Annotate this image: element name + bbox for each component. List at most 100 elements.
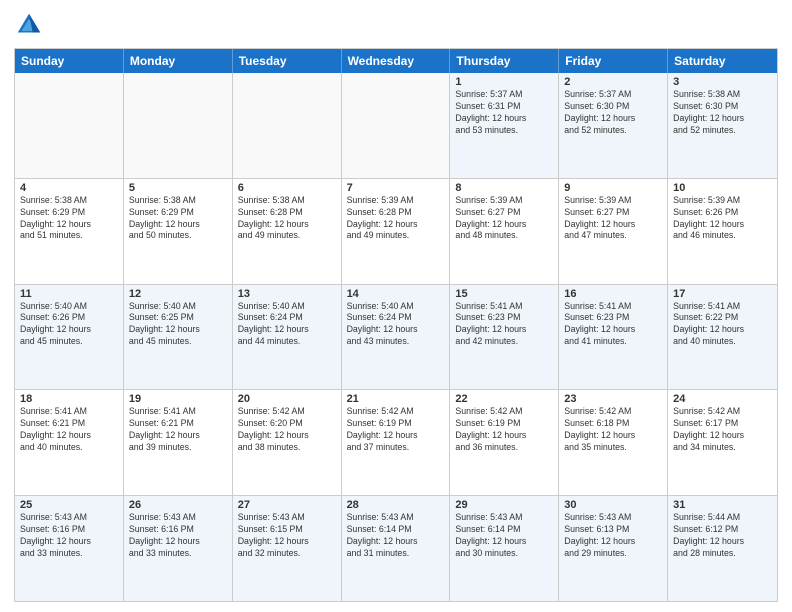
day-info: Sunrise: 5:41 AM Sunset: 6:22 PM Dayligh… [673, 301, 772, 349]
day-number: 8 [455, 182, 553, 194]
day-number: 25 [20, 499, 118, 511]
empty-cell [15, 73, 124, 178]
empty-cell [124, 73, 233, 178]
logo [14, 10, 48, 40]
day-info: Sunrise: 5:38 AM Sunset: 6:29 PM Dayligh… [20, 195, 118, 243]
weekday-header-thursday: Thursday [450, 49, 559, 73]
day-number: 12 [129, 288, 227, 300]
day-number: 10 [673, 182, 772, 194]
empty-cell [233, 73, 342, 178]
day-cell-8: 8Sunrise: 5:39 AM Sunset: 6:27 PM Daylig… [450, 179, 559, 284]
day-cell-27: 27Sunrise: 5:43 AM Sunset: 6:15 PM Dayli… [233, 496, 342, 601]
day-number: 16 [564, 288, 662, 300]
day-info: Sunrise: 5:39 AM Sunset: 6:27 PM Dayligh… [455, 195, 553, 243]
day-cell-12: 12Sunrise: 5:40 AM Sunset: 6:25 PM Dayli… [124, 285, 233, 390]
day-cell-31: 31Sunrise: 5:44 AM Sunset: 6:12 PM Dayli… [668, 496, 777, 601]
day-cell-3: 3Sunrise: 5:38 AM Sunset: 6:30 PM Daylig… [668, 73, 777, 178]
day-info: Sunrise: 5:40 AM Sunset: 6:24 PM Dayligh… [347, 301, 445, 349]
day-info: Sunrise: 5:40 AM Sunset: 6:26 PM Dayligh… [20, 301, 118, 349]
day-info: Sunrise: 5:42 AM Sunset: 6:18 PM Dayligh… [564, 406, 662, 454]
day-info: Sunrise: 5:42 AM Sunset: 6:19 PM Dayligh… [455, 406, 553, 454]
day-number: 19 [129, 393, 227, 405]
calendar-header: SundayMondayTuesdayWednesdayThursdayFrid… [15, 49, 777, 73]
day-cell-9: 9Sunrise: 5:39 AM Sunset: 6:27 PM Daylig… [559, 179, 668, 284]
day-cell-7: 7Sunrise: 5:39 AM Sunset: 6:28 PM Daylig… [342, 179, 451, 284]
day-number: 6 [238, 182, 336, 194]
day-number: 11 [20, 288, 118, 300]
day-number: 1 [455, 76, 553, 88]
day-info: Sunrise: 5:40 AM Sunset: 6:24 PM Dayligh… [238, 301, 336, 349]
day-cell-17: 17Sunrise: 5:41 AM Sunset: 6:22 PM Dayli… [668, 285, 777, 390]
day-number: 15 [455, 288, 553, 300]
empty-cell [342, 73, 451, 178]
day-cell-23: 23Sunrise: 5:42 AM Sunset: 6:18 PM Dayli… [559, 390, 668, 495]
day-cell-11: 11Sunrise: 5:40 AM Sunset: 6:26 PM Dayli… [15, 285, 124, 390]
day-info: Sunrise: 5:43 AM Sunset: 6:13 PM Dayligh… [564, 512, 662, 560]
day-number: 24 [673, 393, 772, 405]
day-info: Sunrise: 5:41 AM Sunset: 6:23 PM Dayligh… [564, 301, 662, 349]
day-info: Sunrise: 5:37 AM Sunset: 6:31 PM Dayligh… [455, 89, 553, 137]
day-info: Sunrise: 5:42 AM Sunset: 6:17 PM Dayligh… [673, 406, 772, 454]
day-cell-14: 14Sunrise: 5:40 AM Sunset: 6:24 PM Dayli… [342, 285, 451, 390]
day-info: Sunrise: 5:39 AM Sunset: 6:27 PM Dayligh… [564, 195, 662, 243]
day-cell-21: 21Sunrise: 5:42 AM Sunset: 6:19 PM Dayli… [342, 390, 451, 495]
logo-icon [14, 10, 44, 40]
day-cell-13: 13Sunrise: 5:40 AM Sunset: 6:24 PM Dayli… [233, 285, 342, 390]
day-info: Sunrise: 5:43 AM Sunset: 6:14 PM Dayligh… [347, 512, 445, 560]
day-info: Sunrise: 5:38 AM Sunset: 6:30 PM Dayligh… [673, 89, 772, 137]
day-number: 20 [238, 393, 336, 405]
day-cell-4: 4Sunrise: 5:38 AM Sunset: 6:29 PM Daylig… [15, 179, 124, 284]
day-cell-29: 29Sunrise: 5:43 AM Sunset: 6:14 PM Dayli… [450, 496, 559, 601]
day-number: 27 [238, 499, 336, 511]
day-cell-24: 24Sunrise: 5:42 AM Sunset: 6:17 PM Dayli… [668, 390, 777, 495]
calendar-row-0: 1Sunrise: 5:37 AM Sunset: 6:31 PM Daylig… [15, 73, 777, 178]
day-cell-16: 16Sunrise: 5:41 AM Sunset: 6:23 PM Dayli… [559, 285, 668, 390]
day-number: 7 [347, 182, 445, 194]
day-cell-15: 15Sunrise: 5:41 AM Sunset: 6:23 PM Dayli… [450, 285, 559, 390]
weekday-header-monday: Monday [124, 49, 233, 73]
day-cell-20: 20Sunrise: 5:42 AM Sunset: 6:20 PM Dayli… [233, 390, 342, 495]
weekday-header-saturday: Saturday [668, 49, 777, 73]
day-number: 13 [238, 288, 336, 300]
day-number: 2 [564, 76, 662, 88]
day-info: Sunrise: 5:42 AM Sunset: 6:19 PM Dayligh… [347, 406, 445, 454]
day-cell-18: 18Sunrise: 5:41 AM Sunset: 6:21 PM Dayli… [15, 390, 124, 495]
day-info: Sunrise: 5:43 AM Sunset: 6:16 PM Dayligh… [20, 512, 118, 560]
day-number: 5 [129, 182, 227, 194]
day-number: 17 [673, 288, 772, 300]
day-number: 14 [347, 288, 445, 300]
day-info: Sunrise: 5:39 AM Sunset: 6:26 PM Dayligh… [673, 195, 772, 243]
day-info: Sunrise: 5:37 AM Sunset: 6:30 PM Dayligh… [564, 89, 662, 137]
day-cell-1: 1Sunrise: 5:37 AM Sunset: 6:31 PM Daylig… [450, 73, 559, 178]
day-number: 18 [20, 393, 118, 405]
day-cell-22: 22Sunrise: 5:42 AM Sunset: 6:19 PM Dayli… [450, 390, 559, 495]
day-number: 3 [673, 76, 772, 88]
calendar-row-1: 4Sunrise: 5:38 AM Sunset: 6:29 PM Daylig… [15, 178, 777, 284]
day-number: 23 [564, 393, 662, 405]
day-info: Sunrise: 5:38 AM Sunset: 6:29 PM Dayligh… [129, 195, 227, 243]
calendar-body: 1Sunrise: 5:37 AM Sunset: 6:31 PM Daylig… [15, 73, 777, 601]
day-number: 30 [564, 499, 662, 511]
day-info: Sunrise: 5:43 AM Sunset: 6:14 PM Dayligh… [455, 512, 553, 560]
day-number: 26 [129, 499, 227, 511]
page: SundayMondayTuesdayWednesdayThursdayFrid… [0, 0, 792, 612]
calendar-row-3: 18 Sunrise: 5:41 AM Sunset: 6:21 PM Dayli… [15, 389, 777, 495]
calendar-row-2: 11Sunrise: 5:40 AM Sunset: 6:26 PM Dayli… [15, 284, 777, 390]
header [14, 10, 778, 40]
weekday-header-wednesday: Wednesday [342, 49, 451, 73]
day-number: 22 [455, 393, 553, 405]
day-info: Sunrise: 5:39 AM Sunset: 6:28 PM Dayligh… [347, 195, 445, 243]
calendar-row-4: 25Sunrise: 5:43 AM Sunset: 6:16 PM Dayli… [15, 495, 777, 601]
day-info: Sunrise: 5:41 AM Sunset: 6:21 PM Dayligh… [129, 406, 227, 454]
day-number: 28 [347, 499, 445, 511]
day-cell-26: 26Sunrise: 5:43 AM Sunset: 6:16 PM Dayli… [124, 496, 233, 601]
day-info: Sunrise: 5:44 AM Sunset: 6:12 PM Dayligh… [673, 512, 772, 560]
day-cell-5: 5Sunrise: 5:38 AM Sunset: 6:29 PM Daylig… [124, 179, 233, 284]
day-info: Sunrise: 5:40 AM Sunset: 6:25 PM Dayligh… [129, 301, 227, 349]
weekday-header-sunday: Sunday [15, 49, 124, 73]
weekday-header-tuesday: Tuesday [233, 49, 342, 73]
day-info: Sunrise: 5:41 AM Sunset: 6:23 PM Dayligh… [455, 301, 553, 349]
day-number: 31 [673, 499, 772, 511]
day-cell-10: 10Sunrise: 5:39 AM Sunset: 6:26 PM Dayli… [668, 179, 777, 284]
day-info: Sunrise: 5:42 AM Sunset: 6:20 PM Dayligh… [238, 406, 336, 454]
